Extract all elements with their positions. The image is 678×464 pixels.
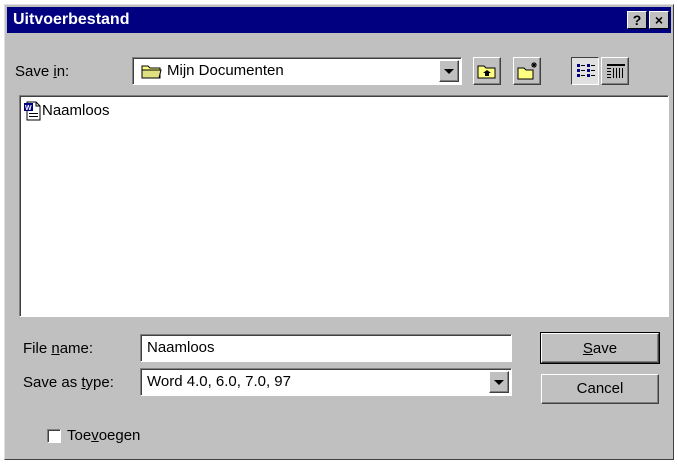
new-folder-button[interactable]: [513, 57, 541, 85]
file-name-label: File name:: [23, 340, 94, 357]
help-button[interactable]: ?: [627, 11, 647, 29]
append-label[interactable]: Toevoegen: [67, 427, 140, 444]
list-item-label: Naamloos: [42, 102, 110, 119]
svg-text:W: W: [25, 105, 32, 112]
file-list[interactable]: W Naamloos: [19, 95, 669, 317]
title-bar: Uitvoerbestand ? ×: [7, 7, 671, 33]
save-button[interactable]: Save: [540, 332, 660, 364]
save-in-combobox[interactable]: Mijn Documenten: [132, 57, 462, 85]
word-document-icon: W: [24, 101, 41, 121]
save-in-label: Save in:: [15, 63, 70, 80]
file-name-value: Naamloos: [147, 339, 215, 356]
save-as-type-value: Word 4.0, 6.0, 7.0, 97: [147, 373, 291, 390]
close-button[interactable]: ×: [649, 11, 669, 29]
chevron-down-icon: [444, 68, 454, 74]
details-view-button[interactable]: [601, 57, 629, 85]
up-one-level-button[interactable]: [473, 57, 501, 85]
list-view-icon: [577, 64, 595, 77]
folder-icon: [141, 63, 163, 83]
up-one-level-icon: [477, 65, 496, 79]
new-folder-icon: [517, 62, 537, 80]
save-in-value: Mijn Documenten: [167, 62, 284, 79]
save-as-type-label: Save as type:: [23, 374, 114, 391]
help-icon: ?: [632, 12, 642, 28]
details-view-icon: [607, 64, 625, 78]
list-view-button[interactable]: [571, 57, 599, 85]
save-in-dropdown-button[interactable]: [439, 60, 459, 82]
window-title: Uitvoerbestand: [13, 11, 130, 28]
append-checkbox[interactable]: [47, 429, 61, 443]
cancel-button[interactable]: Cancel: [541, 374, 659, 404]
save-dialog: Uitvoerbestand ? × Save in: Mijn Documen…: [4, 4, 674, 460]
save-as-type-dropdown-button[interactable]: [489, 371, 509, 393]
save-as-type-combobox[interactable]: Word 4.0, 6.0, 7.0, 97: [140, 368, 512, 396]
file-name-input[interactable]: Naamloos: [140, 334, 512, 362]
close-icon: ×: [654, 12, 664, 28]
chevron-down-icon: [494, 379, 504, 385]
